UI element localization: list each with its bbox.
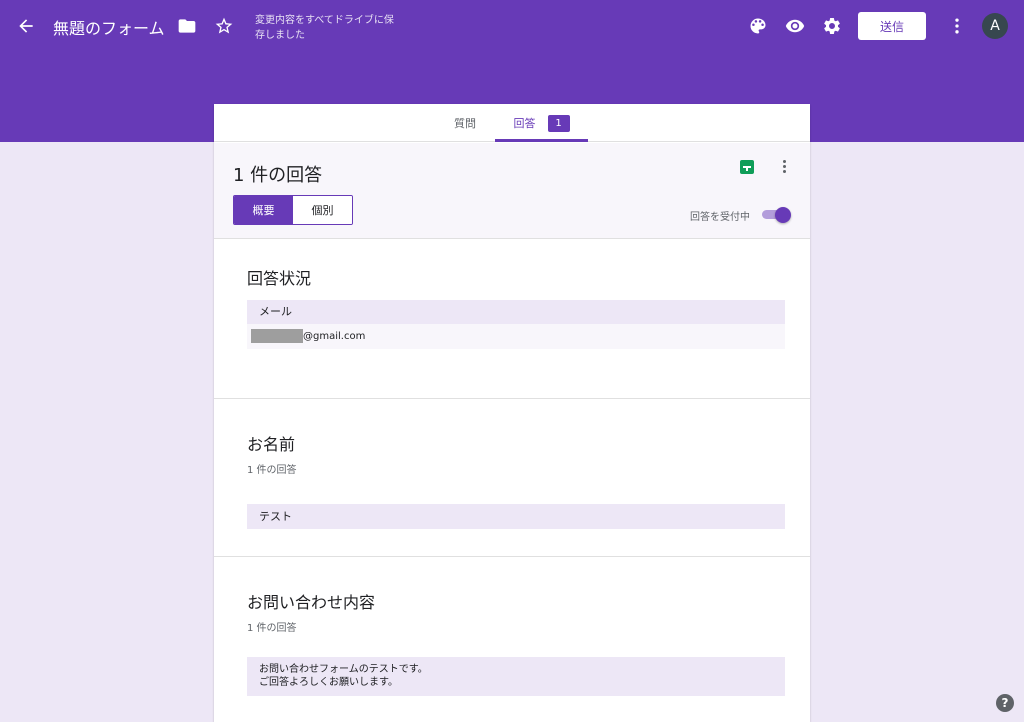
form-title[interactable]: 無題のフォーム [53,15,165,39]
email-row: @gmail.com [247,324,785,349]
toggle-knob [775,207,791,223]
tab-individual[interactable]: 個別 [293,196,352,224]
section-name: お名前 1 件の回答 テスト [214,399,810,557]
tab-responses-label: 回答 [513,117,536,130]
response-count: 1 件の回答 [247,465,297,476]
folder-icon[interactable] [175,14,199,38]
answer-item: お問い合わせフォームのテストです。 ご回答よろしくお願いします。 [247,657,785,696]
send-button[interactable]: 送信 [858,12,926,40]
section-title: 回答状況 [247,269,312,288]
more-vert-icon[interactable] [945,14,969,38]
avatar[interactable]: A [982,13,1008,39]
form-card: 質問 回答 1 1 件の回答 概要 個別 回答を受付中 回答状況 メール @gm… [214,104,810,722]
back-arrow-icon[interactable] [14,14,38,38]
view-toggle: 概要 個別 [233,195,353,225]
accepting-responses-toggle[interactable] [762,207,791,223]
answer-line: お問い合わせフォームのテストです。 [259,664,428,675]
top-bar: 無題のフォーム 変更内容をすべてドライブに保存しました 送信 A [0,0,1024,52]
tab-summary[interactable]: 概要 [234,196,293,224]
help-icon[interactable]: ? [996,694,1014,712]
section-title: お問い合わせ内容 [247,593,376,612]
response-count-title: 1 件の回答 [233,165,323,186]
eye-icon[interactable] [783,14,807,38]
sheets-icon[interactable] [740,160,754,174]
response-count: 1 件の回答 [247,623,297,634]
email-domain: @gmail.com [303,331,366,342]
save-status: 変更内容をすべてドライブに保存しました [255,15,394,41]
redacted-email [251,329,303,343]
answer-item: テスト [247,504,785,529]
tab-responses[interactable]: 回答 1 [495,104,588,142]
section-title: お名前 [247,435,296,454]
gear-icon[interactable] [820,14,844,38]
accepting-responses-label: 回答を受付中 [690,212,750,223]
tab-bar: 質問 回答 1 [214,104,810,142]
tab-questions[interactable]: 質問 [442,104,488,142]
star-icon[interactable] [212,14,236,38]
palette-icon[interactable] [746,14,770,38]
responses-more-icon[interactable] [783,160,787,175]
active-tab-indicator [495,139,588,142]
section-response-status: 回答状況 メール @gmail.com [214,239,810,399]
answer-line: ご回答よろしくお願いします。 [259,677,398,688]
email-header: メール [247,300,785,324]
response-count-badge: 1 [547,114,570,132]
section-inquiry: お問い合わせ内容 1 件の回答 お問い合わせフォームのテストです。 ご回答よろし… [214,557,810,722]
